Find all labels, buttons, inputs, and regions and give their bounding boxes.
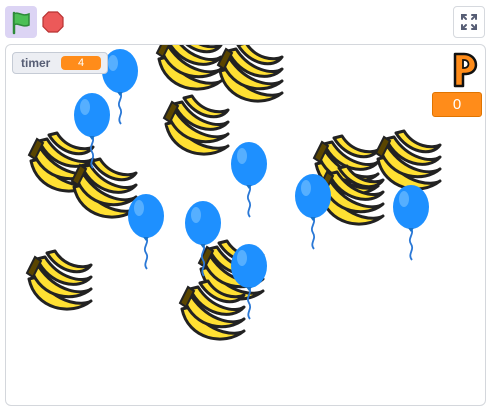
balloon-sprite[interactable]: [73, 92, 111, 169]
banana-sprite[interactable]: [374, 129, 442, 191]
fullscreen-button[interactable]: [453, 6, 485, 38]
banana-sprite[interactable]: [25, 249, 93, 311]
timer-value: 4: [61, 56, 101, 70]
banana-sprite[interactable]: [162, 94, 230, 156]
timer-variable-monitor[interactable]: timer 4: [12, 52, 108, 74]
score-display: 0: [432, 92, 482, 117]
balloon-sprite[interactable]: [230, 243, 268, 320]
stop-icon: [42, 11, 64, 33]
banana-sprite[interactable]: [70, 157, 138, 219]
letter-p-sprite[interactable]: [453, 52, 478, 88]
green-flag-button[interactable]: [5, 6, 37, 38]
stage-scene: [25, 45, 478, 341]
green-flag-icon: [12, 11, 30, 35]
banana-sprite[interactable]: [216, 45, 284, 103]
timer-label: timer: [21, 56, 51, 70]
stop-button[interactable]: [41, 10, 65, 34]
fullscreen-icon: [461, 14, 477, 30]
balloon-sprite[interactable]: [294, 173, 332, 250]
banana-sprite[interactable]: [155, 45, 223, 91]
game-stage[interactable]: timer 4 0: [5, 44, 486, 406]
balloon-sprite[interactable]: [392, 184, 430, 261]
balloon-sprite[interactable]: [230, 141, 268, 218]
balloon-sprite[interactable]: [127, 193, 165, 270]
stage-toolbar: [0, 0, 490, 44]
